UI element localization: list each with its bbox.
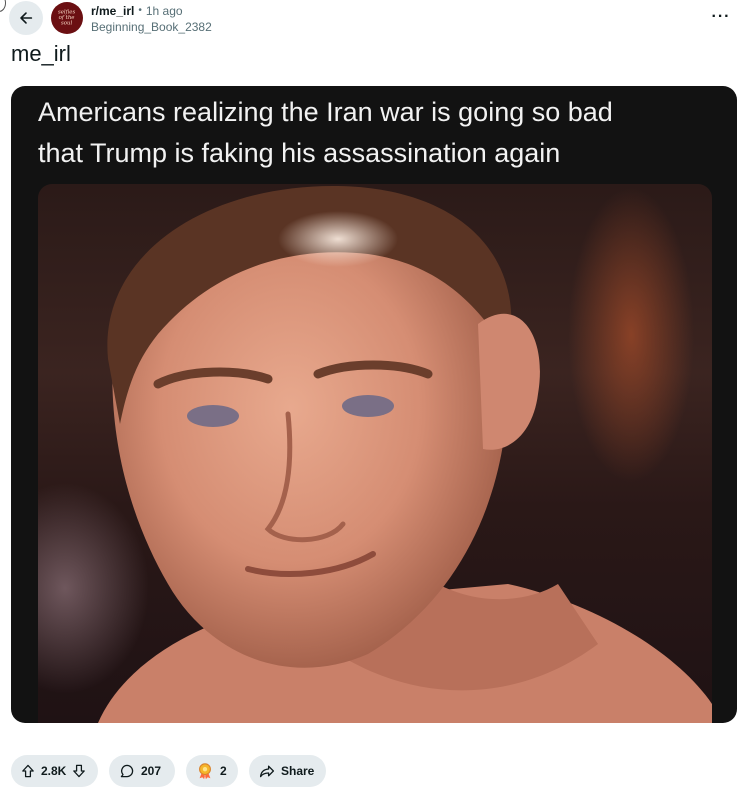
- arrow-down-icon: [73, 764, 86, 778]
- award-button[interactable]: 2: [186, 755, 238, 787]
- meta-separator: •: [138, 5, 142, 16]
- arrow-up-icon: [22, 764, 34, 778]
- back-button[interactable]: [9, 1, 43, 35]
- window-edge-decoration: [0, 0, 6, 12]
- post-timestamp: 1h ago: [145, 4, 183, 18]
- meme-caption: Americans realizing the Iran war is goin…: [38, 97, 613, 168]
- post-media[interactable]: Americans realizing the Iran war is goin…: [11, 86, 737, 723]
- post-actions-bar: 2.8K 207 2 Share: [11, 755, 326, 787]
- more-options-button[interactable]: ···: [708, 6, 734, 28]
- comment-count: 207: [141, 764, 162, 778]
- speech-bubble-icon: [120, 764, 134, 778]
- meme-photo: [38, 184, 712, 723]
- comments-button[interactable]: 207: [109, 755, 175, 787]
- avatar-lettering: selfies of the soul: [58, 9, 76, 27]
- share-button[interactable]: Share: [249, 755, 326, 787]
- vote-score: 2.8K: [41, 764, 67, 778]
- arrow-left-icon: [20, 12, 33, 24]
- face-illustration: [98, 185, 712, 723]
- post-title: me_irl: [11, 41, 71, 66]
- share-label: Share: [281, 764, 315, 778]
- share-arrow-icon: [259, 765, 275, 778]
- post-meta: r/me_irl • 1h ago Beginning_Book_2382: [91, 4, 212, 34]
- award-icon: [199, 763, 211, 780]
- award-count: 2: [220, 764, 227, 778]
- author-link[interactable]: Beginning_Book_2382: [91, 20, 212, 34]
- subreddit-link[interactable]: r/me_irl: [91, 4, 134, 18]
- vote-control: 2.8K: [11, 755, 98, 787]
- upvote-button[interactable]: [20, 763, 36, 779]
- more-horizontal-icon: ···: [711, 8, 731, 25]
- subreddit-avatar[interactable]: selfies of the soul: [51, 2, 83, 34]
- downvote-button[interactable]: [71, 763, 87, 779]
